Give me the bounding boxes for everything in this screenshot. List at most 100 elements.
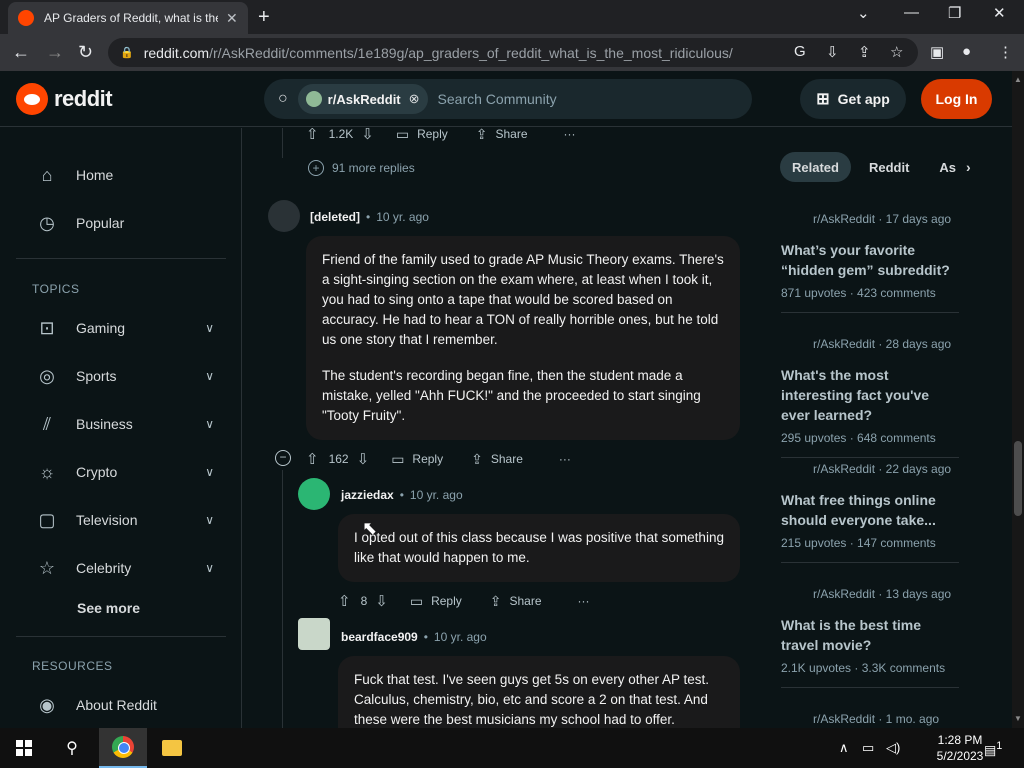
remove-filter-icon[interactable]: ⊗ [409, 91, 420, 107]
sidebar-item-label: Crypto [76, 464, 118, 480]
avatar[interactable] [298, 618, 330, 650]
minimize-icon[interactable]: — [904, 4, 919, 21]
comment-author[interactable]: beardface909 [341, 630, 418, 644]
google-lens-icon[interactable]: G [794, 43, 806, 60]
avatar[interactable] [298, 478, 330, 510]
search-input[interactable] [437, 91, 678, 107]
comment-author[interactable]: jazziedax [341, 488, 394, 502]
tab-reddit[interactable]: Reddit [857, 152, 921, 182]
install-app-icon[interactable]: ⇩ [826, 43, 839, 61]
chevron-right-icon[interactable]: › [966, 159, 971, 175]
tab-close-icon[interactable]: ✕ [226, 10, 238, 27]
comment-meta: beardface909 • 10 yr. ago [341, 630, 487, 644]
related-post-stats: 871 upvotes · 423 comments [781, 286, 936, 300]
browser-tab[interactable]: AP Graders of Reddit, what is the ✕ [8, 2, 248, 34]
upvote-icon[interactable]: ⇧ [338, 592, 351, 610]
comment-thread: ⇧ 1.2K ⇩ ▭ Reply ⇪ Share ··· + 91 more rep… [242, 128, 762, 728]
start-button[interactable] [4, 728, 44, 768]
reply-button[interactable]: ▭ Reply [391, 451, 449, 468]
network-icon[interactable]: ▭ [862, 740, 874, 756]
tray-chevron-icon[interactable]: ∧ [839, 740, 849, 756]
reply-button[interactable]: ▭ Reply [410, 593, 468, 610]
share-button[interactable]: ⇪ Share [476, 128, 534, 143]
tab-search-chevron-icon[interactable]: ⌄ [857, 4, 870, 22]
reply-button[interactable]: ▭ Reply [396, 128, 454, 143]
collapse-thread-icon[interactable]: − [275, 450, 291, 466]
sidebar-item-celebrity[interactable]: ☆ Celebrity ∨ [16, 548, 226, 588]
tab-related[interactable]: Related [780, 152, 851, 182]
downvote-icon[interactable]: ⇩ [361, 128, 374, 143]
windows-taskbar: ⚲ ∧ ▭ ◁) 1:28 PM 5/2/2023 ▤1 [0, 728, 1024, 768]
sidebar-item-crypto[interactable]: ☼ Crypto ∨ [16, 452, 226, 492]
upvote-icon[interactable]: ⇧ [306, 450, 319, 468]
related-post-title[interactable]: What's the most interesting fact you've … [781, 365, 959, 425]
chevron-down-icon: ∨ [205, 561, 214, 575]
more-options-icon[interactable]: ··· [564, 128, 576, 141]
search-bar[interactable]: ○ r/AskReddit ⊗ [264, 79, 752, 119]
share-icon: ⇪ [489, 592, 502, 609]
snoo-icon [16, 83, 48, 115]
more-options-icon[interactable]: ··· [578, 594, 590, 608]
comment-time: 10 yr. ago [433, 630, 487, 644]
forward-arrow-icon[interactable]: → [46, 42, 64, 63]
popular-arrow-icon: ◷ [39, 212, 55, 233]
related-post[interactable]: r/AskReddit · 28 days ago What's the mos… [781, 337, 959, 458]
scrollbar-thumb[interactable] [1014, 441, 1022, 516]
more-replies-link[interactable]: + 91 more replies [308, 160, 415, 176]
see-more-button[interactable]: See more [77, 600, 140, 616]
volume-icon[interactable]: ◁) [886, 740, 900, 756]
chrome-taskbar-button[interactable] [99, 728, 147, 768]
file-explorer-taskbar-button[interactable] [150, 728, 194, 768]
sidebar-item-about[interactable]: ◉ About Reddit [16, 685, 226, 725]
related-post[interactable]: r/AskReddit · 22 days ago What free thin… [781, 462, 959, 563]
profile-icon[interactable]: ● [962, 43, 971, 60]
community-filter-chip[interactable]: r/AskReddit ⊗ [297, 84, 428, 114]
sidebar-item-label: Gaming [76, 320, 126, 336]
related-post-title[interactable]: What’s your favorite “hidden gem” subred… [781, 240, 959, 280]
more-options-icon[interactable]: ··· [559, 452, 571, 466]
new-tab-icon[interactable]: + [258, 6, 270, 29]
upvote-icon[interactable]: ⇧ [306, 128, 319, 143]
page-scrollbar[interactable]: ▲ ▼ [1012, 71, 1024, 728]
sidebar-item-popular[interactable]: ◷ Popular [16, 203, 226, 243]
related-post-title[interactable]: What free things online should everyone … [781, 490, 959, 530]
search-taskbar-icon[interactable]: ⚲ [52, 728, 92, 768]
tab-title: AP Graders of Reddit, what is the [44, 11, 218, 25]
reload-icon[interactable]: ↻ [78, 42, 93, 63]
downvote-icon[interactable]: ⇩ [375, 592, 388, 610]
sidebar-item-television[interactable]: ▢ Television ∨ [16, 500, 226, 540]
tab-askreddit[interactable]: As [927, 152, 956, 182]
notification-icon[interactable]: ▤1 [984, 740, 1002, 758]
scroll-down-icon[interactable]: ▼ [1014, 714, 1022, 723]
scroll-up-icon[interactable]: ▲ [1014, 75, 1022, 84]
side-panel-icon[interactable]: ▣ [930, 43, 944, 61]
share-button[interactable]: ⇪ Share [471, 451, 529, 468]
get-app-button[interactable]: ⊞ Get app [800, 79, 906, 119]
sidebar-item-home[interactable]: ⌂ Home [16, 155, 226, 195]
related-post[interactable]: r/AskReddit · 13 days ago What is the be… [781, 587, 959, 688]
comment-author[interactable]: [deleted] [310, 210, 360, 224]
bookmark-star-icon[interactable]: ☆ [890, 43, 903, 61]
browser-menu-icon[interactable]: ⋮ [998, 43, 1013, 61]
avatar[interactable] [268, 200, 300, 232]
sidebar-item-gaming[interactable]: ⊡ Gaming ∨ [16, 308, 226, 348]
get-app-label: Get app [837, 91, 890, 107]
login-button[interactable]: Log In [921, 79, 992, 119]
crypto-icon: ☼ [38, 461, 56, 482]
meta-separator: • [366, 210, 371, 224]
share-button[interactable]: ⇪ Share [490, 593, 548, 610]
share-page-icon[interactable]: ⇪ [858, 43, 871, 61]
sidebar-item-business[interactable]: ⫽ Business ∨ [16, 404, 226, 444]
sidebar-item-sports[interactable]: ◎ Sports ∨ [16, 356, 226, 396]
related-post[interactable]: r/AskReddit · 17 days ago What’s your fa… [781, 212, 959, 313]
related-post[interactable]: r/AskReddit · 1 mo. ago [781, 712, 959, 726]
back-arrow-icon[interactable]: ← [12, 42, 30, 63]
related-post-title[interactable]: What is the best time travel movie? [781, 615, 959, 655]
window-close-icon[interactable]: ✕ [993, 4, 1006, 22]
related-post-stats: 215 upvotes · 147 comments [781, 536, 936, 550]
reddit-logo[interactable]: reddit [16, 83, 113, 115]
chevron-down-icon: ∨ [205, 513, 214, 527]
vote-count: 1.2K [328, 128, 354, 141]
downvote-icon[interactable]: ⇩ [357, 450, 370, 468]
restore-icon[interactable]: ❐ [948, 4, 961, 22]
